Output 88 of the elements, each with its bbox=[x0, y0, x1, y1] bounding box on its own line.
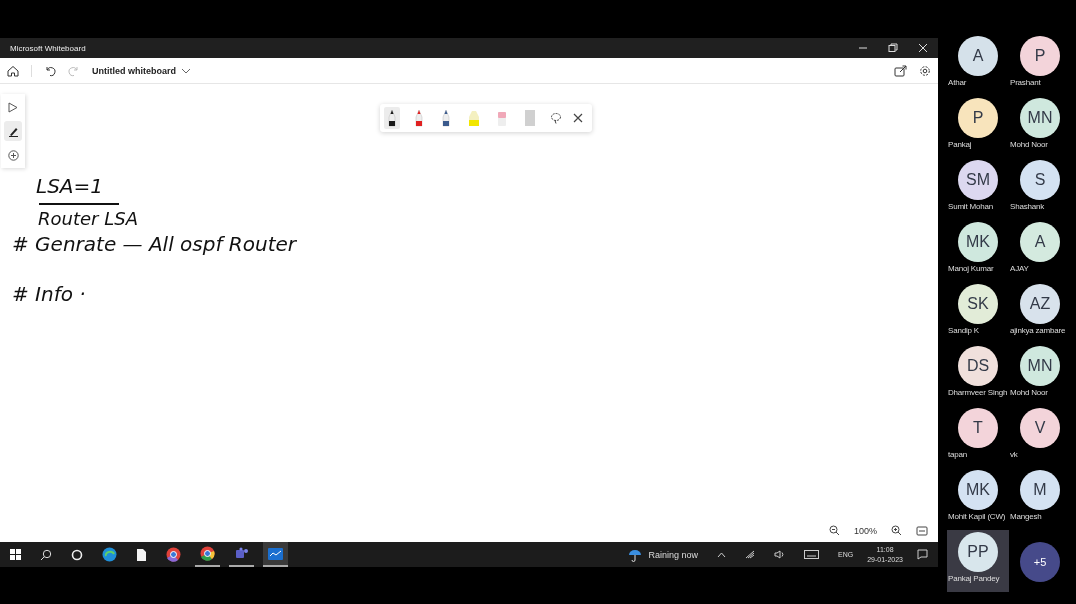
undo-icon[interactable] bbox=[44, 64, 56, 77]
browser-icon[interactable] bbox=[200, 546, 215, 561]
participant-name: Mangesh bbox=[1009, 512, 1042, 521]
search-icon[interactable] bbox=[40, 548, 52, 561]
team-chat-icon[interactable] bbox=[234, 547, 249, 560]
participant-name: Sumit Mohan bbox=[947, 202, 993, 211]
avatar: A bbox=[958, 36, 998, 76]
pen-tool-icon[interactable] bbox=[4, 121, 22, 141]
participant-name: Mohd Noor bbox=[1009, 140, 1048, 149]
restore-icon[interactable] bbox=[888, 43, 898, 53]
avatar: M bbox=[1020, 470, 1060, 510]
participant-name: Mohit Kapil (CW) bbox=[947, 512, 1006, 521]
participant-name: tapan bbox=[947, 450, 968, 459]
browser-icon[interactable] bbox=[102, 547, 117, 562]
zoom-in-icon[interactable] bbox=[891, 525, 902, 536]
share-icon[interactable] bbox=[894, 64, 907, 77]
avatar: MN bbox=[1020, 346, 1060, 386]
chevron-up-icon[interactable] bbox=[717, 551, 726, 558]
participant-tile[interactable]: P Pankaj bbox=[947, 96, 1009, 158]
participant-name: Sandip K bbox=[947, 326, 979, 335]
settings-icon[interactable] bbox=[919, 64, 931, 77]
participant-tile[interactable]: A Athar bbox=[947, 34, 1009, 96]
avatar: PP bbox=[958, 532, 998, 572]
participant-tile[interactable]: AZ ajinkya zambare bbox=[1009, 282, 1071, 344]
handwritten-text: # Info · bbox=[12, 282, 86, 306]
avatar: A bbox=[1020, 222, 1060, 262]
participant-tile[interactable]: MN Mohd Noor bbox=[1009, 96, 1071, 158]
participant-name: Manoj Kumar bbox=[947, 264, 994, 273]
circle-icon[interactable] bbox=[71, 548, 83, 561]
avatar: SK bbox=[958, 284, 998, 324]
participant-tile[interactable]: V vk bbox=[1009, 406, 1071, 468]
participant-tile[interactable]: MN Mohd Noor bbox=[1009, 344, 1071, 406]
handwritten-text: LSA=1 bbox=[36, 174, 103, 198]
lasso-icon[interactable] bbox=[550, 112, 562, 124]
notification-icon[interactable] bbox=[917, 549, 928, 560]
participant-name: Pankaj Pandey bbox=[947, 574, 1000, 583]
whiteboard-app-icon[interactable] bbox=[268, 547, 283, 560]
close-icon[interactable] bbox=[573, 113, 583, 123]
avatar: MK bbox=[958, 470, 998, 510]
window-title: Microsoft Whiteboard bbox=[10, 43, 87, 53]
participant-name: ajinkya zambare bbox=[1009, 326, 1066, 335]
participant-name: Prashant bbox=[1009, 78, 1041, 87]
participant-tile[interactable]: M Mangesh bbox=[1009, 468, 1071, 530]
participant-tile[interactable]: MK Manoj Kumar bbox=[947, 220, 1009, 282]
pen-icon[interactable] bbox=[384, 107, 400, 129]
participant-name: vk bbox=[1009, 450, 1018, 459]
participant-name: AJAY bbox=[1009, 264, 1029, 273]
fit-screen-icon[interactable] bbox=[916, 525, 928, 536]
participant-tile[interactable]: SM Sumit Mohan bbox=[947, 158, 1009, 220]
avatar: S bbox=[1020, 160, 1060, 200]
participant-tile[interactable]: DS Dharmveer Singh bbox=[947, 344, 1009, 406]
avatar: MK bbox=[958, 222, 998, 262]
participant-tile[interactable]: S Shashank bbox=[1009, 158, 1071, 220]
browser-icon[interactable] bbox=[166, 547, 181, 562]
home-icon[interactable] bbox=[7, 64, 19, 77]
speaker-icon[interactable] bbox=[774, 550, 785, 559]
avatar: P bbox=[958, 98, 998, 138]
file-icon[interactable] bbox=[136, 547, 147, 562]
board-title-dropdown[interactable]: Untitled whiteboard bbox=[92, 65, 191, 76]
participant-tile[interactable]: T tapan bbox=[947, 406, 1009, 468]
participant-tile[interactable]: P Prashant bbox=[1009, 34, 1071, 96]
avatar: P bbox=[1020, 36, 1060, 76]
avatar: AZ bbox=[1020, 284, 1060, 324]
avatar: DS bbox=[958, 346, 998, 386]
avatar: MN bbox=[1020, 98, 1060, 138]
avatar: T bbox=[958, 408, 998, 448]
keyboard-icon[interactable] bbox=[804, 550, 819, 559]
handwritten-text: Router LSA bbox=[38, 208, 138, 229]
network-icon[interactable] bbox=[745, 550, 755, 559]
avatar: SM bbox=[958, 160, 998, 200]
participant-tile[interactable]: MK Mohit Kapil (CW) bbox=[947, 468, 1009, 530]
participant-name: Pankaj bbox=[947, 140, 972, 149]
zoom-level: 100% bbox=[853, 525, 877, 536]
participant-tile[interactable]: A AJAY bbox=[1009, 220, 1071, 282]
participant-name: Mohd Noor bbox=[1009, 388, 1048, 397]
participant-tile[interactable]: SK Sandip K bbox=[947, 282, 1009, 344]
caret-icon bbox=[181, 66, 191, 75]
more-participants-badge[interactable]: +5 bbox=[1020, 542, 1060, 582]
start-icon[interactable] bbox=[10, 549, 21, 560]
participant-name: Shashank bbox=[1009, 202, 1044, 211]
zoom-out-icon[interactable] bbox=[828, 525, 840, 536]
avatar: V bbox=[1020, 408, 1060, 448]
participant-tile[interactable]: PP Pankaj Pandey bbox=[947, 530, 1009, 592]
weather-text[interactable]: Raining now bbox=[648, 549, 698, 560]
participant-name: Dharmveer Singh bbox=[947, 388, 1008, 397]
weather-icon bbox=[628, 547, 643, 562]
handwritten-text: # Genrate — All ospf Router bbox=[12, 232, 296, 256]
participant-name: Athar bbox=[947, 78, 967, 87]
